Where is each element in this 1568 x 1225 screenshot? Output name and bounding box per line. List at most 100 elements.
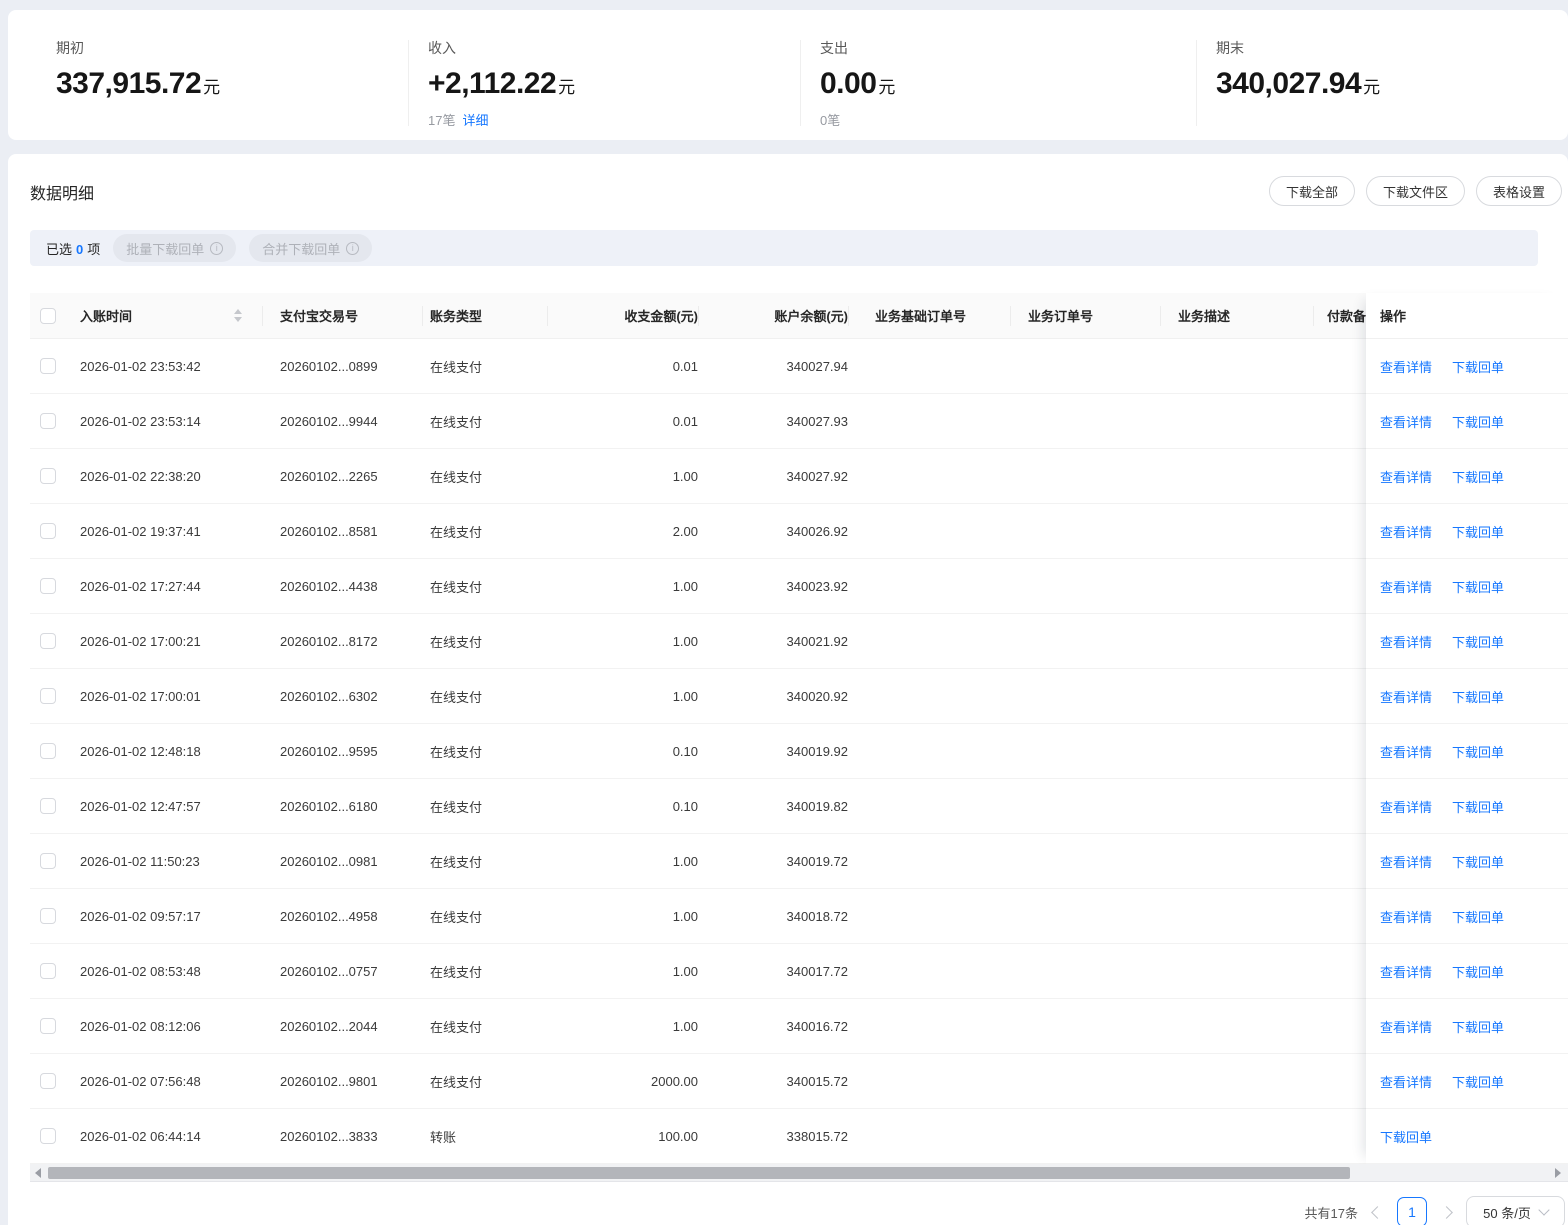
cell-type: 在线支付: [430, 907, 482, 926]
download-receipt-link[interactable]: 下载回单: [1452, 357, 1504, 376]
summary-column: 支出 0.00 元 0笔: [800, 10, 1196, 140]
row-checkbox[interactable]: [40, 908, 56, 924]
operation-cell: 查看详情 下载回单: [1366, 834, 1568, 889]
cell-amount: 1.00: [673, 854, 698, 869]
selection-text: 已选0项: [46, 239, 100, 258]
next-page-icon[interactable]: [1440, 1206, 1453, 1219]
cell-balance: 340027.92: [787, 469, 848, 484]
summary-label: 支出: [820, 38, 1196, 58]
table-row: 2026-01-02 07:56:48 20260102...9801 在线支付…: [30, 1054, 1568, 1109]
table-row: 2026-01-02 17:27:44 20260102...4438 在线支付…: [30, 559, 1568, 614]
cell-amount: 1.00: [673, 909, 698, 924]
row-checkbox[interactable]: [40, 358, 56, 374]
view-detail-link[interactable]: 查看详情: [1380, 1017, 1432, 1036]
view-detail-link[interactable]: 查看详情: [1380, 1072, 1432, 1091]
view-detail-link[interactable]: 查看详情: [1380, 687, 1432, 706]
cell-txn: 20260102...4958: [280, 909, 378, 924]
cell-balance: 340027.93: [787, 414, 848, 429]
toolbar-button[interactable]: 表格设置: [1476, 176, 1562, 206]
download-receipt-link[interactable]: 下载回单: [1452, 907, 1504, 926]
cell-amount: 0.10: [673, 744, 698, 759]
cell-txn: 20260102...9944: [280, 414, 378, 429]
horizontal-scrollbar[interactable]: [30, 1164, 1568, 1182]
summary-unit: 元: [1363, 73, 1380, 98]
download-receipt-link[interactable]: 下载回单: [1452, 522, 1504, 541]
download-receipt-link[interactable]: 下载回单: [1380, 1127, 1432, 1146]
batch-download-button[interactable]: 批量下载回单 i: [113, 234, 236, 262]
prev-page-icon[interactable]: [1371, 1206, 1384, 1219]
row-checkbox[interactable]: [40, 468, 56, 484]
page-size-select[interactable]: 50 条/页: [1466, 1196, 1565, 1225]
cell-time: 2026-01-02 09:57:17: [80, 909, 201, 924]
view-detail-link[interactable]: 查看详情: [1380, 577, 1432, 596]
summary-unit: 元: [203, 73, 220, 98]
view-detail-link[interactable]: 查看详情: [1380, 852, 1432, 871]
row-checkbox[interactable]: [40, 798, 56, 814]
scrollbar-left-arrow-icon[interactable]: [35, 1168, 41, 1178]
summary-value: 340,027.94: [1216, 67, 1361, 101]
cell-balance: 340017.72: [787, 964, 848, 979]
operation-cell: 查看详情 下载回单: [1366, 339, 1568, 394]
summary-subline: 0笔: [820, 110, 1196, 129]
download-receipt-link[interactable]: 下载回单: [1452, 577, 1504, 596]
cell-amount: 0.10: [673, 799, 698, 814]
download-receipt-link[interactable]: 下载回单: [1452, 962, 1504, 981]
row-checkbox[interactable]: [40, 578, 56, 594]
summary-label: 期末: [1216, 38, 1568, 58]
view-detail-link[interactable]: 查看详情: [1380, 522, 1432, 541]
cell-time: 2026-01-02 17:00:21: [80, 634, 201, 649]
cell-type: 在线支付: [430, 577, 482, 596]
table-row: 2026-01-02 06:44:14 20260102...3833 转账 1…: [30, 1109, 1568, 1164]
operation-cell: 查看详情 下载回单: [1366, 669, 1568, 724]
summary-detail-link[interactable]: 详细: [462, 113, 488, 128]
cell-txn: 20260102...0757: [280, 964, 378, 979]
download-receipt-link[interactable]: 下载回单: [1452, 852, 1504, 871]
cell-amount: 0.01: [673, 414, 698, 429]
view-detail-link[interactable]: 查看详情: [1380, 797, 1432, 816]
view-detail-link[interactable]: 查看详情: [1380, 962, 1432, 981]
merge-download-button[interactable]: 合并下载回单 i: [249, 234, 372, 262]
table-row: 2026-01-02 09:57:17 20260102...4958 在线支付…: [30, 889, 1568, 944]
scrollbar-thumb[interactable]: [48, 1167, 1350, 1179]
select-all-checkbox[interactable]: [40, 308, 56, 324]
download-receipt-link[interactable]: 下载回单: [1452, 687, 1504, 706]
row-checkbox[interactable]: [40, 1128, 56, 1144]
download-receipt-link[interactable]: 下载回单: [1452, 632, 1504, 651]
view-detail-link[interactable]: 查看详情: [1380, 907, 1432, 926]
operation-cell: 查看详情 下载回单: [1366, 449, 1568, 504]
download-receipt-link[interactable]: 下载回单: [1452, 742, 1504, 761]
operation-column: 操作 查看详情 下载回单 查看详情 下载回单 查看详情 下载回单 查看详情 下载…: [1366, 293, 1568, 1164]
toolbar-button[interactable]: 下载全部: [1269, 176, 1355, 206]
row-checkbox[interactable]: [40, 853, 56, 869]
download-receipt-link[interactable]: 下载回单: [1452, 1017, 1504, 1036]
row-checkbox[interactable]: [40, 633, 56, 649]
table-header-row: 入账时间 支付宝交易号 账务类型 收支金额(元) 账户余额(元) 业务基础订单号…: [30, 293, 1568, 339]
row-checkbox[interactable]: [40, 688, 56, 704]
cell-txn: 20260102...2265: [280, 469, 378, 484]
current-page-button[interactable]: 1: [1397, 1197, 1427, 1225]
scrollbar-right-arrow-icon[interactable]: [1555, 1168, 1561, 1178]
row-checkbox[interactable]: [40, 523, 56, 539]
row-checkbox[interactable]: [40, 1018, 56, 1034]
data-table: 入账时间 支付宝交易号 账务类型 收支金额(元) 账户余额(元) 业务基础订单号…: [30, 293, 1568, 1182]
view-detail-link[interactable]: 查看详情: [1380, 742, 1432, 761]
selection-bar: 已选0项 批量下载回单 i 合并下载回单 i: [30, 230, 1538, 266]
view-detail-link[interactable]: 查看详情: [1380, 412, 1432, 431]
row-checkbox[interactable]: [40, 743, 56, 759]
view-detail-link[interactable]: 查看详情: [1380, 467, 1432, 486]
table-row: 2026-01-02 22:38:20 20260102...2265 在线支付…: [30, 449, 1568, 504]
toolbar-button[interactable]: 下载文件区: [1366, 176, 1465, 206]
sort-icon[interactable]: [234, 309, 242, 322]
row-checkbox[interactable]: [40, 963, 56, 979]
download-receipt-link[interactable]: 下载回单: [1452, 1072, 1504, 1091]
download-receipt-link[interactable]: 下载回单: [1452, 412, 1504, 431]
cell-amount: 2.00: [673, 524, 698, 539]
view-detail-link[interactable]: 查看详情: [1380, 632, 1432, 651]
row-checkbox[interactable]: [40, 413, 56, 429]
view-detail-link[interactable]: 查看详情: [1380, 357, 1432, 376]
selection-count: 0: [76, 242, 83, 257]
download-receipt-link[interactable]: 下载回单: [1452, 467, 1504, 486]
cell-time: 2026-01-02 06:44:14: [80, 1129, 201, 1144]
row-checkbox[interactable]: [40, 1073, 56, 1089]
download-receipt-link[interactable]: 下载回单: [1452, 797, 1504, 816]
